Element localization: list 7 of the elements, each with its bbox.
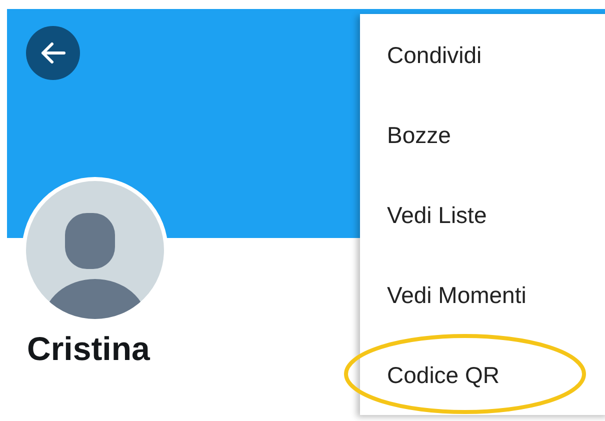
profile-name: Cristina [27, 330, 150, 367]
back-arrow-icon [40, 42, 66, 64]
menu-item[interactable]: Vedi Liste [387, 191, 487, 239]
back-button[interactable] [26, 26, 80, 80]
menu-item[interactable]: Bozze [387, 111, 451, 159]
menu-item[interactable]: Vedi Momenti [387, 271, 526, 319]
menu-item[interactable]: Condividi [387, 31, 482, 79]
